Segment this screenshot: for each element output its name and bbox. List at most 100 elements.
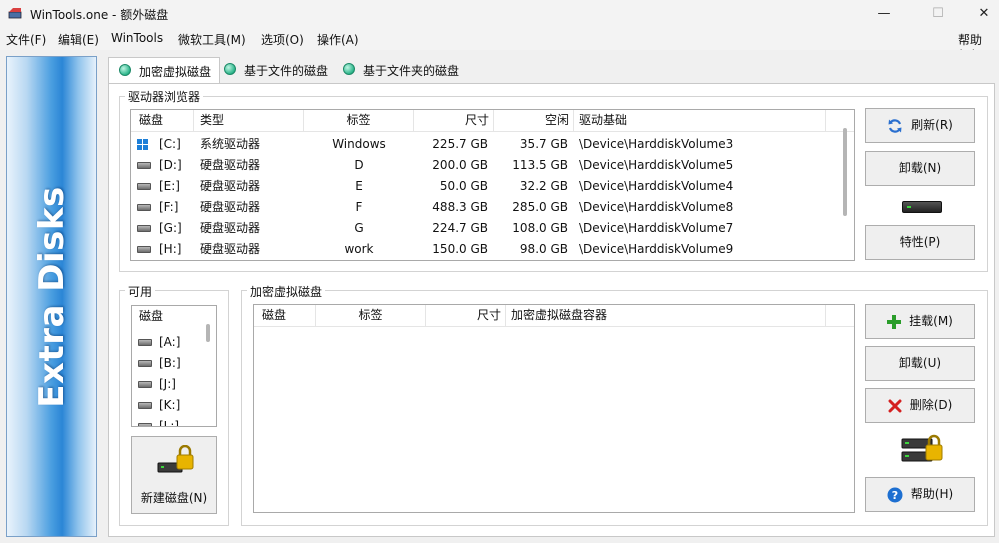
hard-drive-icon xyxy=(138,423,152,426)
hard-drive-icon xyxy=(137,162,151,169)
drive-free: 35.7 GB xyxy=(519,137,568,151)
drive-label: F xyxy=(355,200,363,214)
drive-base: \Device\HarddiskVolume5 xyxy=(579,158,734,172)
col-label[interactable]: 标签 xyxy=(316,305,426,327)
drive-row[interactable]: [H:] 硬盘驱动器 work 150.0 GB 98.0 GB \Device… xyxy=(131,239,854,260)
drive-list[interactable]: 磁盘 类型 标签 尺寸 空闲 驱动基础 [C:] 系统驱动器 Windows 2… xyxy=(130,109,855,261)
available-title: 可用 xyxy=(125,283,156,300)
delete-button[interactable]: 删除(D) xyxy=(865,388,975,423)
drive-label: E xyxy=(355,179,363,193)
help-label: 帮助(H) xyxy=(910,487,954,501)
drive-type: 硬盘驱动器 xyxy=(200,200,261,214)
mount-label: 挂载(M) xyxy=(909,314,953,328)
menu-actions[interactable]: 操作(A) xyxy=(317,31,359,48)
drive-row[interactable]: [D:] 硬盘驱动器 D 200.0 GB 113.5 GB \Device\H… xyxy=(131,155,854,176)
menu-options[interactable]: 选项(O) xyxy=(261,31,304,48)
col-disk[interactable]: 磁盘 xyxy=(131,110,194,132)
new-disk-label: 新建磁盘(N) xyxy=(140,491,208,505)
drive-row[interactable]: [C:] 系统驱动器 Windows 225.7 GB 35.7 GB \Dev… xyxy=(131,134,854,155)
minimize-button[interactable]: — xyxy=(861,0,907,28)
drive-letter: [D:] xyxy=(159,158,182,172)
available-row[interactable]: [K:] xyxy=(132,395,216,416)
menu-edit[interactable]: 编辑(E) xyxy=(58,31,99,48)
drive-browser-title: 驱动器浏览器 xyxy=(125,88,204,105)
available-list[interactable]: 磁盘 [A:] [B:] [J:] [K:] [L:] xyxy=(131,305,217,427)
tab-encrypted-virtual-disk[interactable]: 加密虚拟磁盘 xyxy=(108,57,221,84)
hard-drive-icon xyxy=(138,339,152,346)
encrypted-disk-list[interactable]: 磁盘 标签 尺寸 加密虚拟磁盘容器 xyxy=(253,304,855,513)
drive-letter: [J:] xyxy=(159,377,176,391)
available-list-scrollbar[interactable] xyxy=(206,324,210,342)
drive-letter: [E:] xyxy=(159,179,180,193)
drive-letter: [A:] xyxy=(159,335,181,349)
drive-size: 50.0 GB xyxy=(439,179,488,193)
refresh-label: 刷新(R) xyxy=(911,118,953,132)
drive-letter: [B:] xyxy=(159,356,181,370)
col-container[interactable]: 加密虚拟磁盘容器 xyxy=(506,305,826,327)
menu-file[interactable]: 文件(F) xyxy=(6,31,46,48)
col-size[interactable]: 尺寸 xyxy=(426,305,506,327)
menu-wintools[interactable]: WinTools xyxy=(111,31,163,45)
encrypted-list-header: 磁盘 标签 尺寸 加密虚拟磁盘容器 xyxy=(254,305,854,327)
drive-label: work xyxy=(344,242,374,256)
menu-microsoft-tools[interactable]: 微软工具(M) xyxy=(178,31,246,48)
extra-disks-banner: Extra Disks xyxy=(6,56,97,537)
drive-letter: [K:] xyxy=(159,398,181,412)
available-row[interactable]: [A:] xyxy=(132,332,216,353)
col-size[interactable]: 尺寸 xyxy=(414,110,494,132)
drive-free: 108.0 GB xyxy=(512,221,568,235)
banner-text: Extra Disks xyxy=(31,185,72,408)
unmount-label: 卸载(N) xyxy=(898,161,942,175)
col-disk[interactable]: 磁盘 xyxy=(132,306,192,328)
tab-folder-based-disk[interactable]: 基于文件夹的磁盘 xyxy=(333,57,467,83)
drive-free: 285.0 GB xyxy=(512,200,568,214)
col-disk[interactable]: 磁盘 xyxy=(254,305,316,327)
drive-label: Windows xyxy=(332,137,386,151)
help-button[interactable]: ? 帮助(H) xyxy=(865,477,975,512)
drive-row[interactable]: [F:] 硬盘驱动器 F 488.3 GB 285.0 GB \Device\H… xyxy=(131,197,854,218)
properties-button[interactable]: 特性(P) xyxy=(865,225,975,260)
available-row[interactable]: [L:] xyxy=(132,416,216,426)
encrypted-disk-title: 加密虚拟磁盘 xyxy=(247,283,326,300)
available-row[interactable]: [J:] xyxy=(132,374,216,395)
hard-drive-icon xyxy=(137,246,151,253)
col-label[interactable]: 标签 xyxy=(304,110,414,132)
drive-type: 系统驱动器 xyxy=(200,137,261,151)
refresh-button[interactable]: 刷新(R) xyxy=(865,108,975,143)
drive-letter: [F:] xyxy=(159,200,179,214)
hard-drive-icon xyxy=(138,381,152,388)
tab-status-icon xyxy=(343,63,355,75)
delete-label: 删除(D) xyxy=(909,398,953,412)
drive-list-header: 磁盘 类型 标签 尺寸 空闲 驱动基础 xyxy=(131,110,854,132)
col-drive-base[interactable]: 驱动基础 xyxy=(574,110,826,132)
close-button[interactable]: ✕ xyxy=(961,0,999,28)
drive-row[interactable]: [G:] 硬盘驱动器 G 224.7 GB 108.0 GB \Device\H… xyxy=(131,218,854,239)
drive-base: \Device\HarddiskVolume8 xyxy=(579,200,734,214)
refresh-icon xyxy=(888,118,902,133)
hard-drive-icon xyxy=(138,402,152,409)
unmount-encrypted-button[interactable]: 卸载(U) xyxy=(865,346,975,381)
drive-list-scrollbar[interactable] xyxy=(843,128,847,216)
mount-button[interactable]: 挂载(M) xyxy=(865,304,975,339)
drive-row[interactable]: [E:] 硬盘驱动器 E 50.0 GB 32.2 GB \Device\Har… xyxy=(131,176,854,197)
col-free[interactable]: 空闲 xyxy=(494,110,574,132)
tab-file-based-disk[interactable]: 基于文件的磁盘 xyxy=(214,57,336,83)
tab-label: 加密虚拟磁盘 xyxy=(139,65,212,79)
drive-base: \Device\HarddiskVolume4 xyxy=(579,179,734,193)
drive-label: D xyxy=(354,158,364,172)
drive-letter: [G:] xyxy=(159,221,182,235)
help-icon: ? xyxy=(887,487,903,502)
properties-label: 特性(P) xyxy=(899,235,941,249)
drive-letter: [C:] xyxy=(159,137,181,151)
drive-type: 硬盘驱动器 xyxy=(200,221,261,235)
new-disk-button[interactable]: 新建磁盘(N) xyxy=(131,436,217,514)
available-row[interactable]: [B:] xyxy=(132,353,216,374)
maximize-button[interactable]: ☐ xyxy=(915,0,961,28)
unmount-drive-button[interactable]: 卸载(N) xyxy=(865,151,975,186)
drive-size: 225.7 GB xyxy=(432,137,488,151)
available-list-header: 磁盘 xyxy=(132,306,216,328)
menu-bar: 文件(F) 编辑(E) WinTools 微软工具(M) 选项(O) 操作(A)… xyxy=(0,28,999,62)
col-type[interactable]: 类型 xyxy=(194,110,304,132)
drive-type: 硬盘驱动器 xyxy=(200,179,261,193)
system-drive-icon xyxy=(137,139,149,150)
